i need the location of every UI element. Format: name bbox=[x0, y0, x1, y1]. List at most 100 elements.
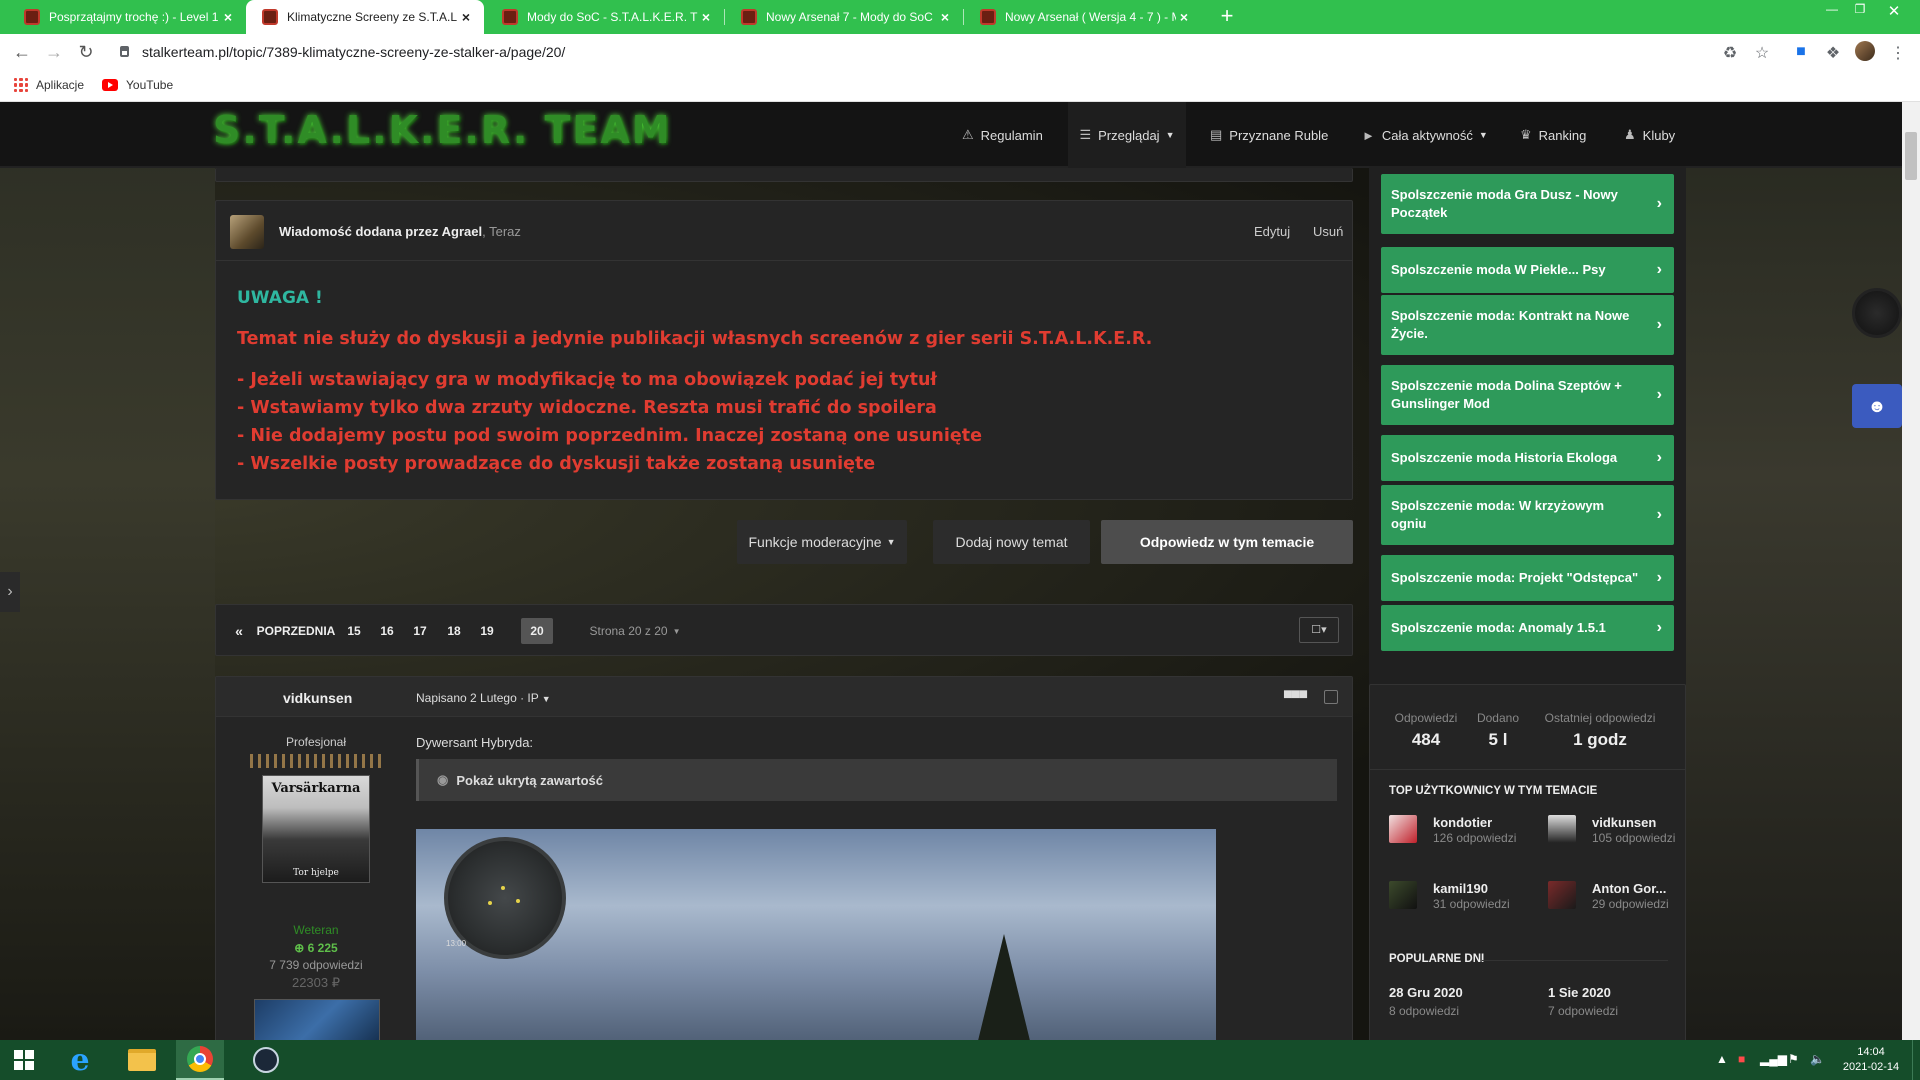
popular-day[interactable]: 1 Sie 2020 7 odpowiedzi bbox=[1548, 985, 1618, 1018]
message-author[interactable]: Wiadomość dodana przez Agrael, Teraz bbox=[279, 224, 521, 239]
bookmark-youtube[interactable]: YouTube bbox=[102, 78, 173, 92]
windows-taskbar: e ▲ ■ ▂▄▆ ⚑ 🔈 14:04 2021-02-14 bbox=[0, 1040, 1920, 1080]
network-icon[interactable]: ▂▄▆ bbox=[1760, 1052, 1787, 1066]
first-page-icon[interactable]: « bbox=[231, 618, 247, 644]
warning-heading: UWAGA ! bbox=[237, 288, 323, 308]
reload-icon[interactable]: ↻ bbox=[74, 42, 98, 63]
chevron-right-icon: › bbox=[1656, 569, 1662, 586]
popular-days-title: POPULARNE DNI bbox=[1389, 953, 1485, 965]
back-icon[interactable]: ← bbox=[10, 42, 34, 63]
restore-icon[interactable]: ❐ bbox=[1846, 2, 1874, 16]
mod-link[interactable]: Spolszczenie moda: Kontrakt na Nowe Życi… bbox=[1381, 295, 1674, 355]
extension-icon[interactable]: ■ bbox=[1791, 43, 1811, 61]
close-tab-icon[interactable]: × bbox=[937, 9, 953, 25]
extensions-puzzle-icon[interactable]: ❖ bbox=[1823, 43, 1843, 63]
mod-link[interactable]: Spolszczenie moda Historia Ekologa › bbox=[1381, 435, 1674, 481]
caret-down-icon: ▼ bbox=[1478, 130, 1488, 140]
bookmark-star-icon[interactable]: ☆ bbox=[1752, 43, 1772, 63]
apps-grid-icon bbox=[14, 78, 28, 92]
page-link[interactable]: 15 bbox=[341, 618, 367, 644]
close-tab-icon[interactable]: × bbox=[458, 9, 474, 25]
post-date[interactable]: Napisano 2 Lutego · IP ▼ bbox=[416, 691, 551, 705]
page-link[interactable]: 16 bbox=[374, 618, 400, 644]
globe-icon[interactable] bbox=[1852, 288, 1902, 338]
close-tab-icon[interactable]: × bbox=[220, 9, 236, 25]
top-user[interactable]: kondotier 126 odpowiedzi bbox=[1389, 815, 1539, 865]
button-label: Funkcje moderacyjne bbox=[748, 534, 882, 550]
prev-page-link[interactable]: POPRZEDNIA bbox=[256, 618, 336, 644]
current-page[interactable]: 20 bbox=[521, 618, 553, 644]
mod-link[interactable]: Spolszczenie moda Gra Dusz - Nowy Począt… bbox=[1381, 174, 1674, 234]
tab-5[interactable]: Nowy Arsenał ( Wersja 4 - 7 ) - M × bbox=[964, 0, 1202, 34]
tray-expand-icon[interactable]: ▲ bbox=[1716, 1052, 1728, 1066]
page-link[interactable]: 19 bbox=[474, 618, 500, 644]
nav-activity[interactable]: ► Cała aktywność ▼ bbox=[1362, 102, 1488, 168]
caret-down-icon: ▼ bbox=[1165, 130, 1175, 140]
edit-link[interactable]: Edytuj bbox=[1254, 224, 1290, 239]
internet-explorer-icon[interactable]: e bbox=[56, 1040, 104, 1080]
discord-icon[interactable]: ☻ bbox=[1852, 384, 1902, 428]
chrome-icon[interactable] bbox=[176, 1040, 224, 1080]
page-link[interactable]: 18 bbox=[441, 618, 467, 644]
menu-dots-icon[interactable]: ⋮ bbox=[1888, 43, 1908, 63]
page-jump-dropdown[interactable]: Strona 20 z 20 ▼ bbox=[580, 618, 690, 644]
spoiler-toggle[interactable]: ◉ Pokaż ukrytą zawartość bbox=[416, 759, 1337, 801]
multi-select-toggle[interactable]: ☐▾ bbox=[1299, 617, 1339, 643]
nav-clubs[interactable]: ♟ Kluby bbox=[1624, 102, 1675, 168]
bookmark-apps[interactable]: Aplikacje bbox=[14, 78, 84, 92]
tray-app-icon[interactable]: ■ bbox=[1738, 1052, 1745, 1066]
top-user[interactable]: Anton Gor... 29 odpowiedzi bbox=[1548, 881, 1698, 931]
file-explorer-icon[interactable] bbox=[118, 1040, 166, 1080]
avatar[interactable] bbox=[230, 215, 264, 249]
show-desktop-button[interactable] bbox=[1912, 1040, 1920, 1080]
side-panel-toggle-icon[interactable]: › bbox=[0, 572, 20, 612]
nav-ranking[interactable]: ♛ Ranking bbox=[1520, 102, 1586, 168]
profile-avatar[interactable] bbox=[1855, 41, 1875, 61]
select-post-checkbox[interactable] bbox=[1324, 690, 1338, 704]
moderation-dropdown[interactable]: Funkcje moderacyjne ▼ bbox=[737, 520, 907, 564]
mod-link[interactable]: Spolszczenie moda W Piekle... Psy › bbox=[1381, 247, 1674, 293]
close-window-icon[interactable]: ✕ bbox=[1880, 2, 1908, 20]
clock[interactable]: 14:04 2021-02-14 bbox=[1836, 1045, 1906, 1075]
avatar-band-name: Varsärkarna bbox=[271, 781, 361, 796]
close-tab-icon[interactable]: × bbox=[1176, 9, 1192, 25]
minimize-icon[interactable]: — bbox=[1818, 2, 1846, 16]
close-tab-icon[interactable]: × bbox=[698, 9, 714, 25]
mod-link[interactable]: Spolszczenie moda Dolina Szeptów + Gunsl… bbox=[1381, 365, 1674, 425]
more-options-icon[interactable]: ■■■ bbox=[1283, 686, 1308, 704]
forward-icon[interactable]: → bbox=[42, 42, 66, 63]
scrollbar-thumb[interactable] bbox=[1905, 132, 1917, 180]
site-logo[interactable]: S.T.A.L.K.E.R. TEAM bbox=[213, 108, 672, 152]
top-user[interactable]: kamil190 31 odpowiedzi bbox=[1389, 881, 1539, 931]
url-field[interactable]: stalkerteam.pl/topic/7389-klimatyczne-sc… bbox=[110, 39, 1800, 65]
new-tab-button[interactable]: + bbox=[1214, 4, 1240, 30]
mod-link[interactable]: Spolszczenie moda: W krzyżowym ogniu › bbox=[1381, 485, 1674, 545]
screenshot-image[interactable]: 13:00 bbox=[416, 829, 1216, 1040]
post-author[interactable]: vidkunsen bbox=[283, 690, 352, 706]
steam-icon[interactable] bbox=[242, 1040, 290, 1080]
top-user[interactable]: vidkunsen 105 odpowiedzi bbox=[1548, 815, 1698, 865]
reply-button[interactable]: Odpowiedz w tym temacie bbox=[1101, 520, 1353, 564]
volume-icon[interactable]: 🔈 bbox=[1810, 1052, 1825, 1066]
nav-rules[interactable]: ⚠ Regulamin bbox=[962, 102, 1043, 168]
author-avatar[interactable]: Varsärkarna Tor hjelpe bbox=[262, 775, 370, 883]
page-link[interactable]: 17 bbox=[407, 618, 433, 644]
tab-title: Mody do SoC - S.T.A.L.K.E.R. TEAM bbox=[527, 10, 698, 24]
start-icon[interactable] bbox=[0, 1040, 48, 1080]
page-scrollbar[interactable] bbox=[1902, 102, 1920, 1040]
tab-1[interactable]: Posprzątajmy trochę :) - Level 1 × bbox=[8, 0, 247, 34]
nav-browse[interactable]: ☰ Przeglądaj ▼ bbox=[1068, 102, 1186, 168]
new-topic-button[interactable]: Dodaj nowy temat bbox=[933, 520, 1090, 564]
tab-4[interactable]: Nowy Arsenał 7 - Mody do SoC × bbox=[725, 0, 964, 34]
tab-3[interactable]: Mody do SoC - S.T.A.L.K.E.R. TEAM × bbox=[486, 0, 725, 34]
nav-rubles[interactable]: ▤ Przyznane Ruble bbox=[1210, 102, 1328, 168]
popular-day[interactable]: 28 Gru 2020 8 odpowiedzi bbox=[1389, 985, 1463, 1018]
flag-icon[interactable]: ⚑ bbox=[1788, 1052, 1799, 1066]
tab-2[interactable]: Klimatyczne Screeny ze S.T.A.L.K.E.R. × bbox=[246, 0, 484, 34]
translate-icon[interactable]: ♻ bbox=[1720, 43, 1740, 63]
delete-link[interactable]: Usuń bbox=[1313, 224, 1343, 239]
mod-link[interactable]: Spolszczenie moda: Anomaly 1.5.1 › bbox=[1381, 605, 1674, 651]
rank-pips bbox=[250, 754, 382, 768]
address-bar-row: ← → ↻ stalkerteam.pl/topic/7389-klimatyc… bbox=[0, 34, 1920, 70]
mod-link[interactable]: Spolszczenie moda: Projekt "Odstępca" › bbox=[1381, 555, 1674, 601]
